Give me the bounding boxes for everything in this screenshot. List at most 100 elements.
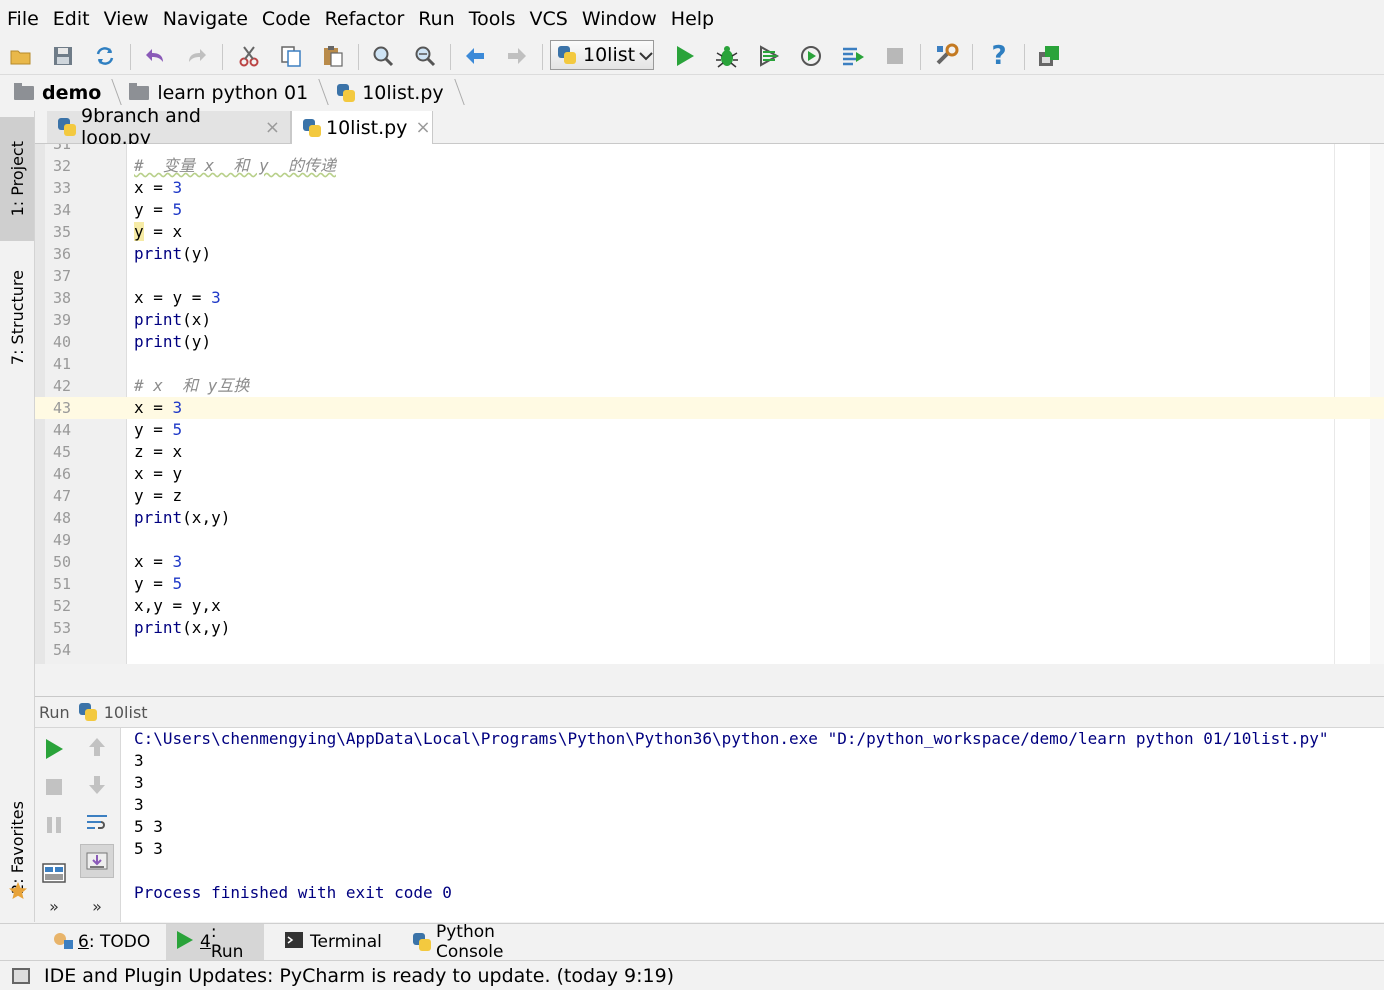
- line-number: 41: [52, 355, 71, 373]
- code-line[interactable]: 44 y = 5: [35, 419, 1384, 441]
- profile-icon[interactable]: [796, 41, 826, 71]
- editor-bottom-area: [35, 664, 1384, 697]
- tab-python-console[interactable]: Python Console: [402, 922, 574, 962]
- code-line[interactable]: 49: [35, 529, 1384, 551]
- save-icon[interactable]: [48, 41, 78, 71]
- settings-wrench-icon[interactable]: [932, 41, 962, 71]
- code-line[interactable]: 46 x = y: [35, 463, 1384, 485]
- code-line[interactable]: 51 y = 5: [35, 573, 1384, 595]
- replace-icon[interactable]: [410, 41, 440, 71]
- tab-terminal[interactable]: Terminal: [274, 924, 394, 960]
- back-arrow-icon[interactable]: [460, 41, 490, 71]
- tab-todo[interactable]: 6: TODO: [42, 924, 162, 960]
- line-number: 39: [52, 311, 71, 329]
- menu-refactor[interactable]: Refactor: [318, 0, 412, 38]
- sync-icon[interactable]: [90, 41, 120, 71]
- cut-icon[interactable]: [234, 41, 264, 71]
- run-play-icon[interactable]: [670, 41, 700, 71]
- line-number: 54: [52, 641, 71, 659]
- more-icon[interactable]: »: [37, 894, 71, 918]
- code-text: x = 3: [134, 552, 183, 571]
- python-file-icon: [78, 702, 98, 722]
- code-line[interactable]: 47 y = z: [35, 485, 1384, 507]
- code-text: y = 5: [134, 200, 183, 219]
- more-icon[interactable]: »: [80, 894, 114, 918]
- forward-arrow-icon[interactable]: [502, 41, 532, 71]
- code-line[interactable]: 41: [35, 353, 1384, 375]
- stop-icon[interactable]: [880, 41, 910, 71]
- project-tool-tab[interactable]: 1: Project: [0, 117, 34, 241]
- code-editor[interactable]: 31 32 # 变量 x 和 y 的传递 33 x = 3 34 y = 5 35 y = x3…: [35, 144, 1384, 664]
- code-line[interactable]: 53 print(x,y): [35, 617, 1384, 639]
- code-text: print(x,y): [134, 618, 231, 637]
- code-line[interactable]: 33 x = 3: [35, 177, 1384, 199]
- tab-10list[interactable]: 10list.py ×: [291, 111, 433, 144]
- code-line[interactable]: 43 x = 3: [35, 397, 1384, 419]
- star-icon: [8, 881, 28, 905]
- code-line[interactable]: 34 y = 5: [35, 199, 1384, 221]
- code-line[interactable]: 40 print(y): [35, 331, 1384, 353]
- find-icon[interactable]: [368, 41, 398, 71]
- code-text: x = 3: [134, 178, 183, 197]
- undo-icon[interactable]: [140, 41, 170, 71]
- menu-view[interactable]: View: [97, 0, 156, 38]
- menu-help[interactable]: Help: [664, 0, 721, 38]
- line-number: 52: [52, 597, 71, 615]
- code-line[interactable]: 38 x = y = 3: [35, 287, 1384, 309]
- menu-edit[interactable]: Edit: [46, 0, 97, 38]
- close-icon[interactable]: ×: [415, 117, 430, 138]
- rerun-play-icon[interactable]: [37, 732, 71, 766]
- stop-icon[interactable]: [37, 770, 71, 804]
- code-line[interactable]: 48 print(x,y): [35, 507, 1384, 529]
- line-number: 42: [52, 377, 71, 395]
- run-configuration-select[interactable]: 10list: [550, 40, 654, 70]
- soft-wrap-icon[interactable]: [80, 806, 114, 840]
- code-text: x,y = y,x: [134, 596, 221, 615]
- menu-code[interactable]: Code: [255, 0, 318, 38]
- coverage-icon[interactable]: [754, 41, 784, 71]
- redo-icon[interactable]: [182, 41, 212, 71]
- code-line[interactable]: 36 print(y): [35, 243, 1384, 265]
- tab-9branch-and-loop[interactable]: 9branch and loop.py ×: [47, 105, 291, 149]
- run-console-output[interactable]: C:\Users\chenmengying\AppData\Local\Prog…: [121, 728, 1384, 922]
- paste-icon[interactable]: [318, 41, 348, 71]
- menu-vcs[interactable]: VCS: [523, 0, 575, 38]
- tool-window-toggle-icon[interactable]: [12, 967, 30, 984]
- code-line[interactable]: 52 x,y = y,x: [35, 595, 1384, 617]
- breadcrumb-file[interactable]: 10list.py: [322, 75, 457, 111]
- menu-run[interactable]: Run: [411, 0, 461, 38]
- line-number: 37: [52, 267, 71, 285]
- console-line: Process finished with exit code 0: [134, 883, 452, 902]
- debug-bug-icon[interactable]: [712, 41, 742, 71]
- menu-file[interactable]: File: [0, 0, 46, 38]
- pause-icon[interactable]: [37, 808, 71, 842]
- code-line[interactable]: 39 print(x): [35, 309, 1384, 331]
- tab-run[interactable]: 4: Run: [166, 922, 264, 962]
- scroll-to-end-icon[interactable]: [80, 844, 114, 878]
- code-line[interactable]: 32 # 变量 x 和 y 的传递: [35, 155, 1384, 177]
- sdk-manager-icon[interactable]: [1034, 41, 1064, 71]
- line-number: 51: [52, 575, 71, 593]
- chevron-down-icon: [639, 44, 653, 66]
- open-folder-icon[interactable]: [6, 41, 36, 71]
- copy-icon[interactable]: [276, 41, 306, 71]
- menu-tools[interactable]: Tools: [462, 0, 523, 38]
- structure-tool-tab[interactable]: 7: Structure: [0, 257, 34, 379]
- up-arrow-icon[interactable]: [80, 730, 114, 764]
- layout-icon[interactable]: [37, 856, 71, 890]
- code-line[interactable]: 54: [35, 639, 1384, 661]
- close-icon[interactable]: ×: [265, 117, 280, 138]
- code-line[interactable]: 31: [35, 144, 1384, 155]
- code-line[interactable]: 37: [35, 265, 1384, 287]
- line-number: 35: [52, 223, 71, 241]
- menu-window[interactable]: Window: [575, 0, 664, 38]
- help-question-icon[interactable]: ?: [984, 41, 1014, 71]
- code-line[interactable]: 42 # x 和 y互换: [35, 375, 1384, 397]
- down-arrow-icon[interactable]: [80, 768, 114, 802]
- menu-navigate[interactable]: Navigate: [156, 0, 255, 38]
- code-line[interactable]: 50 x = 3: [35, 551, 1384, 573]
- concurrency-icon[interactable]: [838, 41, 868, 71]
- code-line[interactable]: 45 z = x: [35, 441, 1384, 463]
- status-message[interactable]: IDE and Plugin Updates: PyCharm is ready…: [44, 965, 674, 987]
- code-line[interactable]: 35 y = x: [35, 221, 1384, 243]
